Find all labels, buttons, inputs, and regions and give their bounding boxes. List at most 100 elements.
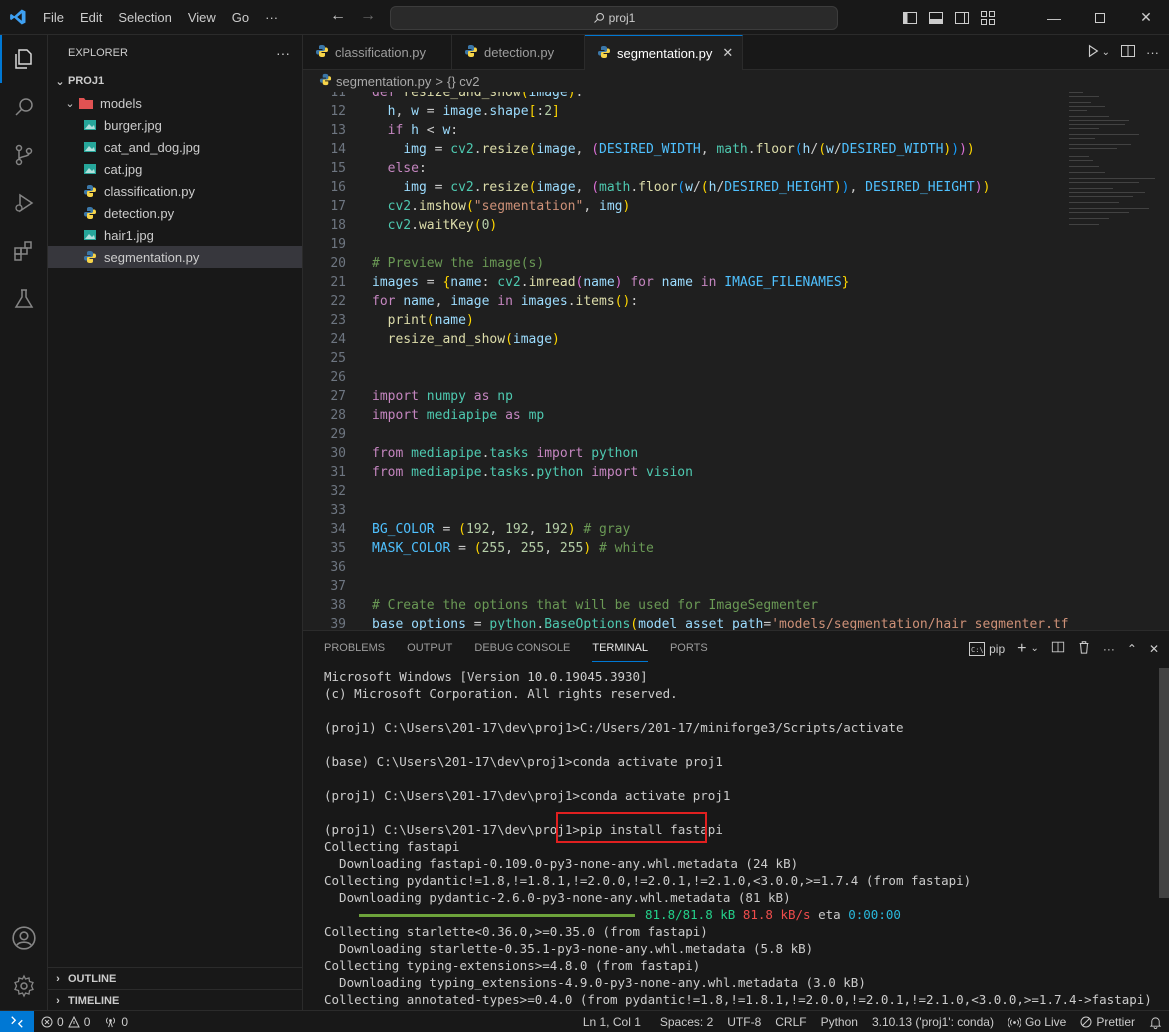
timeline-section[interactable]: › TIMELINE xyxy=(48,989,303,1011)
tree-item-models[interactable]: ⌄ models xyxy=(48,92,302,114)
tab-terminal[interactable]: TERMINAL xyxy=(581,631,659,666)
split-editor-icon[interactable] xyxy=(1120,43,1136,62)
project-root[interactable]: ⌄ PROJ1 xyxy=(48,70,302,92)
code-line: 35 MASK_COLOR = (255, 255, 255) # white xyxy=(330,541,654,556)
toggle-secondary-sidebar-icon[interactable] xyxy=(949,0,975,35)
menu-more[interactable]: ··· xyxy=(257,0,286,35)
maximize-panel-icon[interactable]: ⌃ xyxy=(1127,642,1137,656)
terminal-line: Microsoft Windows [Version 10.0.19045.39… xyxy=(324,669,648,684)
run-debug-icon[interactable] xyxy=(0,179,48,227)
chevron-down-icon[interactable]: ⌄ xyxy=(1030,643,1038,654)
toggle-panel-icon[interactable] xyxy=(923,0,949,35)
run-python-icon[interactable] xyxy=(1086,44,1100,61)
tree-item-classification[interactable]: classification.py xyxy=(48,180,302,202)
back-arrow-icon[interactable]: ← xyxy=(330,7,346,25)
terminal-line: (proj1) C:\Users\201-17\dev\proj1>C:/Use… xyxy=(324,720,904,735)
tab-classification[interactable]: classification.py xyxy=(303,35,452,70)
tab-segmentation[interactable]: segmentation.py ✕ xyxy=(585,35,743,70)
menu-file[interactable]: File xyxy=(35,0,72,35)
command-center-search[interactable]: proj1 xyxy=(390,6,838,30)
minimap[interactable] xyxy=(1061,92,1156,242)
tree-item-label: classification.py xyxy=(104,183,196,199)
image-file-icon xyxy=(82,227,98,243)
terminal-line: Downloading fastapi-0.109.0-py3-none-any… xyxy=(324,856,799,871)
manage-gear-icon[interactable] xyxy=(0,962,48,1010)
tab-ports[interactable]: PORTS xyxy=(659,631,719,666)
tab-output[interactable]: OUTPUT xyxy=(396,631,463,666)
terminal-output[interactable]: Microsoft Windows [Version 10.0.19045.39… xyxy=(324,668,1154,1008)
tree-item-cat[interactable]: cat.jpg xyxy=(48,158,302,180)
more-actions-icon[interactable]: ··· xyxy=(1103,642,1115,656)
more-actions-icon[interactable]: ··· xyxy=(1146,45,1159,60)
warning-icon xyxy=(67,1015,80,1027)
close-window-icon[interactable]: ✕ xyxy=(1123,0,1169,35)
code-line: 30 from mediapipe.tasks import python xyxy=(330,446,639,461)
terminal-line: Downloading starlette-0.35.1-py3-none-an… xyxy=(324,941,814,956)
menu-go[interactable]: Go xyxy=(224,0,257,35)
tree-item-cat-and-dog[interactable]: cat_and_dog.jpg xyxy=(48,136,302,158)
trash-icon[interactable] xyxy=(1077,640,1091,657)
new-terminal-icon[interactable]: + xyxy=(1017,640,1026,658)
chevron-down-icon: ⌄ xyxy=(65,97,75,110)
tree-item-burger[interactable]: burger.jpg xyxy=(48,114,302,136)
menu-view[interactable]: View xyxy=(180,0,224,35)
editor-tabs: classification.py detection.py segmentat… xyxy=(303,35,1169,70)
python-file-icon xyxy=(464,44,478,61)
go-live-button[interactable]: Go Live xyxy=(1001,1015,1073,1029)
terminal-scrollbar[interactable] xyxy=(1159,668,1169,898)
minimize-icon[interactable]: — xyxy=(1031,0,1077,35)
split-terminal-icon[interactable] xyxy=(1051,640,1065,657)
menu-selection[interactable]: Selection xyxy=(110,0,179,35)
code-line: 20 # Preview the image(s) xyxy=(330,256,545,271)
code-line: 23 print(name) xyxy=(330,313,474,328)
tree-item-label: detection.py xyxy=(104,205,175,221)
code-line: 15 else: xyxy=(330,161,427,176)
ports-status[interactable]: 0 xyxy=(97,1015,135,1029)
close-panel-icon[interactable]: ✕ xyxy=(1149,642,1159,656)
problems-status[interactable]: 0 0 xyxy=(34,1015,97,1029)
tree-item-segmentation[interactable]: segmentation.py xyxy=(48,246,302,268)
chevron-down-icon: ⌄ xyxy=(55,75,65,88)
outline-section[interactable]: › OUTLINE xyxy=(48,967,303,989)
menu-edit[interactable]: Edit xyxy=(72,0,110,35)
encoding[interactable]: UTF-8 xyxy=(720,1015,768,1029)
notifications-bell-icon[interactable] xyxy=(1142,1016,1169,1029)
prettier-status[interactable]: Prettier xyxy=(1073,1015,1142,1029)
cursor-position[interactable]: Ln 1, Col 1 xyxy=(576,1015,653,1029)
image-file-icon xyxy=(82,117,98,133)
python-file-icon xyxy=(82,249,98,265)
close-tab-icon[interactable]: ✕ xyxy=(722,45,733,61)
source-control-icon[interactable] xyxy=(0,131,48,179)
indentation[interactable]: Spaces: 2 xyxy=(653,1015,720,1029)
python-interpreter[interactable]: 3.10.13 ('proj1': conda) xyxy=(865,1015,1001,1029)
prettier-label: Prettier xyxy=(1096,1015,1135,1029)
end-of-line[interactable]: CRLF xyxy=(768,1015,813,1029)
tree-item-hair1[interactable]: hair1.jpg xyxy=(48,224,302,246)
toggle-sidebar-icon[interactable] xyxy=(897,0,923,35)
testing-flask-icon[interactable] xyxy=(0,275,48,323)
code-line: 22 for name, image in images.items(): xyxy=(330,294,639,309)
code-line: 12 h, w = image.shape[:2] xyxy=(330,104,560,119)
tab-detection[interactable]: detection.py xyxy=(452,35,585,70)
terminal-instance[interactable]: C:\ pip xyxy=(969,641,1005,656)
search-icon[interactable] xyxy=(0,83,48,131)
customize-layout-icon[interactable] xyxy=(975,0,1001,35)
breadcrumb-symbol[interactable]: {} cv2 xyxy=(447,74,480,89)
python-file-icon xyxy=(319,73,332,89)
breadcrumb-file[interactable]: segmentation.py xyxy=(336,74,431,89)
tab-problems[interactable]: PROBLEMS xyxy=(313,631,396,666)
language-mode[interactable]: Python xyxy=(814,1015,865,1029)
forward-arrow-icon[interactable]: → xyxy=(360,7,376,25)
code-editor[interactable]: 11 def resize_and_show(image): 12 h, w = … xyxy=(303,92,1169,630)
status-bar: 0 0 0 Ln 1, Col 1 Spaces: 2 UTF-8 CRLF P… xyxy=(0,1010,1169,1032)
chevron-down-icon[interactable]: ⌄ xyxy=(1102,47,1110,58)
accounts-icon[interactable] xyxy=(0,914,48,962)
remote-window-icon[interactable] xyxy=(0,1010,34,1032)
explorer-icon[interactable] xyxy=(0,35,48,83)
extensions-icon[interactable] xyxy=(0,227,48,275)
explorer-more-icon[interactable]: ··· xyxy=(276,45,290,61)
tree-item-detection[interactable]: detection.py xyxy=(48,202,302,224)
maximize-icon[interactable] xyxy=(1077,0,1123,35)
tab-debug-console[interactable]: DEBUG CONSOLE xyxy=(463,631,581,666)
